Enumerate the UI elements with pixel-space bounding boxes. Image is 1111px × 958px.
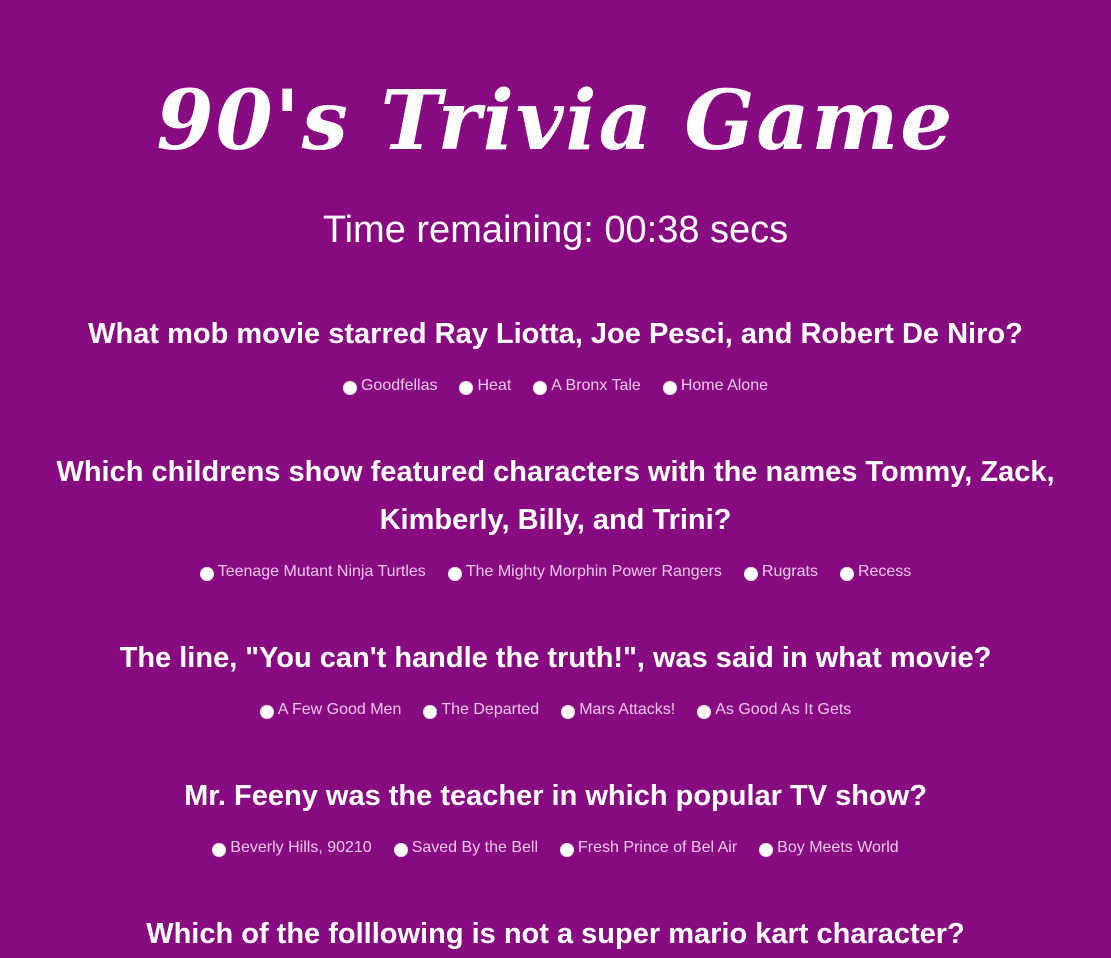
radio-button[interactable] <box>447 566 462 581</box>
question-1-option-4[interactable]: Home Alone <box>662 377 768 395</box>
option-label: The Mighty Morphin Power Rangers <box>465 563 722 580</box>
option-label: Heat <box>477 377 512 394</box>
option-label: The Departed <box>441 701 540 718</box>
question-1-option-1[interactable]: Goodfellas <box>342 377 438 395</box>
radio-button[interactable] <box>662 380 677 395</box>
question-3-options: A Few Good Men The Departed Mars Attacks… <box>0 698 1111 722</box>
radio-button[interactable] <box>259 704 274 719</box>
radio-button[interactable] <box>561 704 576 719</box>
option-label: Boy Meets World <box>777 839 899 856</box>
option-label: A Bronx Tale <box>551 377 641 394</box>
question-4-options: Beverly Hills, 90210 Saved By the Bell F… <box>0 836 1111 860</box>
question-2-options: Teenage Mutant Ninja Turtles The Mighty … <box>0 560 1111 584</box>
option-label: Goodfellas <box>360 377 438 394</box>
question-2-option-1[interactable]: Teenage Mutant Ninja Turtles <box>199 563 426 581</box>
question-5-text: Which of the folllowing is not a super m… <box>146 918 965 950</box>
option-label: Saved By the Bell <box>411 839 538 856</box>
radio-button[interactable] <box>560 842 574 857</box>
radio-button[interactable] <box>199 566 214 581</box>
question-1-option-2[interactable]: Heat <box>459 377 511 395</box>
question-2-option-3[interactable]: Rugrats <box>743 563 818 581</box>
question-4-option-2[interactable]: Saved By the Bell <box>393 839 538 857</box>
question-2-option-4[interactable]: Recess <box>839 563 912 581</box>
option-label: Teenage Mutant Ninja Turtles <box>217 563 426 580</box>
question-3-option-3[interactable]: Mars Attacks! <box>561 701 675 719</box>
radio-button[interactable] <box>697 704 712 719</box>
question-3-option-1[interactable]: A Few Good Men <box>259 701 402 719</box>
question-4-text: Mr. Feeny was the teacher in which popul… <box>184 780 927 812</box>
option-label: As Good As It Gets <box>715 701 852 718</box>
option-label: Home Alone <box>680 377 768 394</box>
timer-display: Time remaining: 00:38 secs <box>322 209 789 251</box>
radio-button[interactable] <box>533 380 548 395</box>
question-4-option-3[interactable]: Fresh Prince of Bel Air <box>560 839 737 857</box>
radio-button[interactable] <box>759 842 774 857</box>
question-3-option-4[interactable]: As Good As It Gets <box>697 701 851 719</box>
question-1-option-3[interactable]: A Bronx Tale <box>533 377 641 395</box>
question-4-option-4[interactable]: Boy Meets World <box>759 839 899 857</box>
radio-button[interactable] <box>743 566 758 581</box>
option-label: A Few Good Men <box>277 701 402 718</box>
radio-button[interactable] <box>459 380 474 395</box>
question-2-text: Which childrens show featured characters… <box>56 456 1055 536</box>
option-label: Rugrats <box>761 563 818 580</box>
page-title: 90's Trivia Game <box>156 73 955 169</box>
question-1-options: Goodfellas Heat A Bronx Tale Home Alone <box>0 374 1111 398</box>
question-2-option-2[interactable]: The Mighty Morphin Power Rangers <box>447 563 722 581</box>
radio-button[interactable] <box>423 704 438 719</box>
question-1-text: What mob movie starred Ray Liotta, Joe P… <box>88 318 1023 350</box>
radio-button[interactable] <box>839 566 854 581</box>
option-label: Mars Attacks! <box>579 701 676 718</box>
option-label: Recess <box>857 563 912 580</box>
question-3-text: The line, "You can't handle the truth!",… <box>119 642 992 674</box>
radio-button[interactable] <box>342 380 357 395</box>
option-label: Beverly Hills, 90210 <box>230 839 372 856</box>
question-4-option-1[interactable]: Beverly Hills, 90210 <box>212 839 372 857</box>
option-label: Fresh Prince of Bel Air <box>578 839 738 856</box>
radio-button[interactable] <box>393 842 408 857</box>
radio-button[interactable] <box>212 842 227 857</box>
question-3-option-2[interactable]: The Departed <box>423 701 539 719</box>
